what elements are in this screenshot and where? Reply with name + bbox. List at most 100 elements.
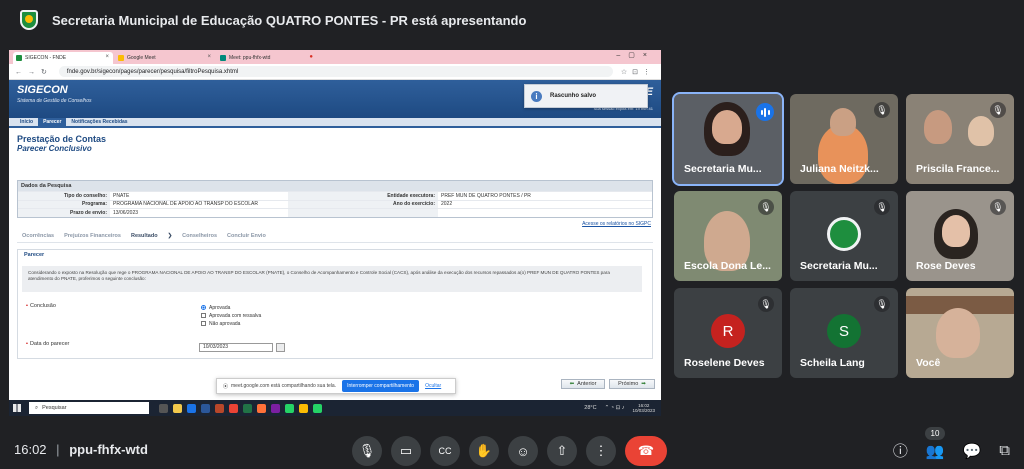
- file-explorer-icon[interactable]: [173, 403, 182, 413]
- word-icon[interactable]: [201, 403, 210, 413]
- weather-text[interactable]: 28°C: [584, 405, 596, 411]
- step-ocorrencias[interactable]: Ocorrências: [17, 233, 59, 239]
- participant-tile[interactable]: 🎙 Rose Deves: [906, 191, 1014, 281]
- participant-name: Secretaria Mu...: [684, 163, 762, 175]
- chrome-icon[interactable]: [299, 403, 308, 413]
- participant-tile[interactable]: 🎙 Secretaria Mu...: [790, 191, 898, 281]
- end-call-icon[interactable]: ☎: [625, 436, 667, 466]
- raise-hand-icon[interactable]: ✋: [469, 436, 499, 466]
- option-aprovada[interactable]: Aprovada: [201, 305, 230, 311]
- sigecon-menu: Início Parecer Notificações Recebidas: [9, 117, 661, 128]
- label-programa: Programa:: [18, 199, 110, 208]
- taskbar-search[interactable]: ⌕ Pesquisar: [29, 402, 149, 414]
- meet-bottom-bar: 16:02 | ppu-fhfx-wtd 🎙 ▭ CC ✋ ☺ ⇧ ⋮ ☎ ⓘ …: [0, 432, 1024, 469]
- value-programa: PROGRAMA NACIONAL DE APOIO AO TRANSP DO …: [110, 199, 288, 209]
- browser-tab-meet-call[interactable]: Meet: ppu-fhfx-wtd ●: [217, 52, 317, 64]
- meet-side-controls: ⓘ 👥 💬 ⧉: [893, 440, 1010, 461]
- window-controls[interactable]: –▢×: [616, 51, 655, 59]
- meeting-code[interactable]: ppu-fhfx-wtd: [69, 442, 148, 457]
- step-concluir[interactable]: Concluir Envio: [222, 233, 271, 239]
- mic-off-icon: 🎙: [990, 199, 1006, 215]
- page-subtitle: Parecer Conclusivo: [17, 144, 92, 153]
- activities-icon[interactable]: ⧉: [999, 442, 1010, 459]
- close-tab-icon[interactable]: ×: [105, 54, 109, 60]
- whatsapp-icon[interactable]: [313, 403, 322, 413]
- participant-tile[interactable]: 🎙 Juliana Neitzk...: [790, 94, 898, 184]
- participant-tile[interactable]: R 🎙 Roselene Deves: [674, 288, 782, 378]
- value-empty: [438, 208, 652, 217]
- participant-tile[interactable]: S 🎙 Scheila Lang: [790, 288, 898, 378]
- calendar-icon[interactable]: ▦: [276, 342, 285, 352]
- present-icon[interactable]: ⇧: [547, 436, 577, 466]
- participant-count-badge: 10: [925, 427, 945, 440]
- emoji-icon[interactable]: ☺: [508, 436, 538, 466]
- address-bar: ←→↻ fnde.gov.br/sigecon/pages/parecer/pe…: [9, 64, 661, 80]
- back-forward-reload-icon[interactable]: ←→↻: [15, 68, 53, 76]
- menu-inicio[interactable]: Início: [15, 117, 38, 127]
- firefox-icon[interactable]: [257, 403, 266, 413]
- radio-checked-icon[interactable]: [201, 305, 206, 310]
- hide-notice-link[interactable]: Ocultar: [425, 383, 441, 389]
- option-label: Aprovada com ressalva: [209, 312, 262, 319]
- participant-video: [942, 215, 970, 247]
- excel-icon[interactable]: [243, 403, 252, 413]
- chrome-icon[interactable]: [229, 403, 238, 413]
- camera-icon[interactable]: ▭: [391, 436, 421, 466]
- participant-avatar: S: [827, 314, 861, 348]
- chat-icon[interactable]: 💬: [963, 442, 982, 460]
- participant-tile[interactable]: Secretaria Mu...: [672, 92, 784, 186]
- next-button[interactable]: Próximo ➡: [609, 379, 655, 389]
- windows-start-icon[interactable]: [13, 404, 21, 412]
- sigpc-reports-link[interactable]: Acesse os relatórios no SIGPC: [9, 221, 651, 229]
- date-label-text: Data do parecer: [29, 340, 70, 347]
- whatsapp-icon[interactable]: [285, 403, 294, 413]
- menu-notificacoes[interactable]: Notificações Recebidas: [66, 117, 132, 127]
- info-icon[interactable]: ⓘ: [893, 440, 908, 461]
- toast-message: Rascunho salvo: [550, 93, 597, 99]
- step-resultado[interactable]: Resultado: [126, 233, 163, 239]
- panel-header: Dados da Pesquisa: [18, 181, 652, 191]
- mail-icon[interactable]: [187, 403, 196, 413]
- parecer-text: Considerando o exposto na Resolução que …: [22, 265, 642, 292]
- browser-actions-icon[interactable]: ☆⊡⋮: [621, 68, 655, 76]
- page-title: Prestação de Contas: [17, 134, 107, 144]
- browser-tab-meet[interactable]: Google Meet ×: [115, 52, 215, 64]
- shared-screen: SIGECON - FNDE × Google Meet × Meet: ppu…: [9, 50, 661, 416]
- app-icon[interactable]: [271, 403, 280, 413]
- label-ano: Ano do exercício:: [288, 199, 438, 208]
- date-input[interactable]: 10/03/2023: [199, 342, 273, 352]
- participant-tile[interactable]: 🎙 Escola Dona Le...: [674, 191, 782, 281]
- previous-button[interactable]: ⬅ Anterior: [561, 379, 605, 389]
- url-input[interactable]: fnde.gov.br/sigecon/pages/parecer/pesqui…: [58, 66, 613, 77]
- option-aprovada-ressalva[interactable]: Aprovada com ressalva: [201, 313, 261, 319]
- participant-tile[interactable]: Você: [906, 288, 1014, 378]
- captions-icon[interactable]: CC: [430, 436, 460, 466]
- tray-icons[interactable]: ⌃ ◔ ⊡ ♪: [605, 405, 625, 411]
- powerpoint-icon[interactable]: [215, 403, 224, 413]
- taskbar-clock[interactable]: 16:02 10/03/2023: [632, 403, 655, 413]
- checkbox-icon[interactable]: [201, 321, 206, 326]
- participant-tile[interactable]: 🎙 Priscila France...: [906, 94, 1014, 184]
- recording-dot-icon: ●: [309, 54, 313, 60]
- close-tab-icon[interactable]: ×: [207, 54, 211, 60]
- checkbox-icon[interactable]: [201, 313, 206, 318]
- value-prazo: 13/06/2023: [110, 208, 288, 217]
- browser-tab-sigecon[interactable]: SIGECON - FNDE ×: [13, 52, 113, 64]
- call-controls: 🎙 ▭ CC ✋ ☺ ⇧ ⋮ ☎: [352, 436, 667, 466]
- task-view-icon[interactable]: [159, 403, 168, 413]
- participant-avatar: R: [711, 314, 745, 348]
- label-entidade: Entidade executora:: [288, 191, 438, 200]
- step-conselheiros[interactable]: Conselheiros: [177, 233, 222, 239]
- parecer-legend: Parecer: [24, 251, 45, 258]
- mic-icon[interactable]: 🎙: [352, 436, 382, 466]
- search-data-grid: Tipo do conselho: PNATE Entidade executo…: [18, 191, 652, 217]
- more-icon[interactable]: ⋮: [586, 436, 616, 466]
- stop-sharing-button[interactable]: Interromper compartilhamento: [342, 380, 420, 392]
- meeting-info: 16:02 | ppu-fhfx-wtd: [14, 442, 148, 457]
- search-data-panel: Dados da Pesquisa Tipo do conselho: PNAT…: [17, 180, 653, 218]
- option-nao-aprovada[interactable]: Não aprovada: [201, 321, 240, 327]
- step-prejuizos[interactable]: Prejuízos Financeiros: [59, 233, 126, 239]
- menu-parecer[interactable]: Parecer: [38, 117, 67, 127]
- participant-name: Juliana Neitzk...: [800, 163, 879, 175]
- people-icon[interactable]: 👥: [926, 442, 945, 460]
